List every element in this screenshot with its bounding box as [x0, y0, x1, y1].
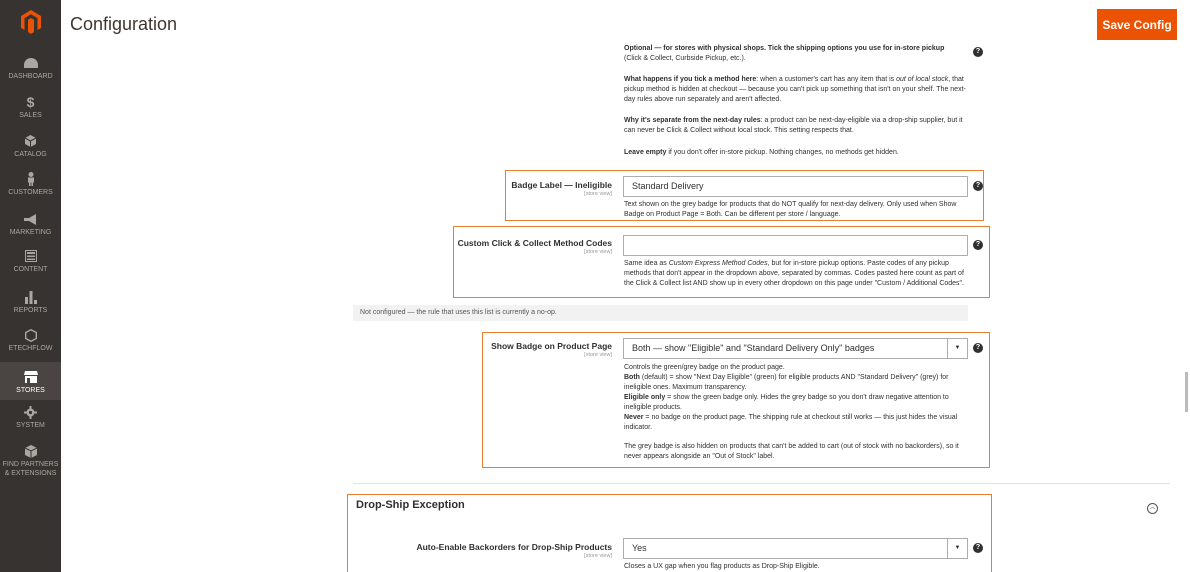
sidebar-item-reports[interactable]: REPORTS: [0, 290, 61, 315]
field-label-text: Show Badge on Product Page: [491, 341, 612, 351]
custom-codes-note: Same idea as Custom Express Method Codes…: [624, 259, 969, 297]
custom-click-collect-codes-input[interactable]: [623, 235, 968, 256]
gear-icon: [23, 405, 39, 419]
save-config-button[interactable]: Save Config: [1097, 9, 1177, 40]
sidebar-item-find-partners[interactable]: FIND PARTNERS & EXTENSIONS: [0, 444, 61, 478]
help-icon[interactable]: ?: [973, 343, 983, 353]
field-label-text: Custom Click & Collect Method Codes: [457, 238, 612, 248]
scope-label: [store view]: [584, 249, 612, 255]
sidebar-item-label: CATALOG: [14, 151, 47, 158]
sidebar-item-customers[interactable]: CUSTOMERS: [0, 172, 61, 197]
note-text: The grey badge is also hidden on product…: [624, 443, 959, 460]
note-text: (default) = show "Next Day Eligible" (gr…: [624, 374, 949, 391]
auto-enable-backorders-select[interactable]: Yes ▼: [623, 538, 968, 559]
note-text: Same idea as: [624, 260, 669, 267]
field-label-text: Badge Label — Ineligible: [511, 180, 612, 190]
note-bold: Eligible only: [624, 394, 666, 401]
field-label-text: Auto-Enable Backorders for Drop-Ship Pro…: [416, 542, 612, 552]
sidebar-item-label: CUSTOMERS: [8, 189, 53, 196]
sidebar-item-label: ETECHFLOW: [8, 345, 53, 352]
select-value: Both — show "Eligible" and "Standard Del…: [632, 343, 875, 353]
note-both: Both (default) = show "Next Day Eligible…: [624, 373, 969, 393]
badge-label-field-label: Badge Label — Ineligible [store view]: [450, 180, 612, 198]
page-title: Configuration: [70, 14, 178, 34]
show-badge-select[interactable]: Both — show "Eligible" and "Standard Del…: [623, 338, 968, 359]
show-badge-field-label: Show Badge on Product Page [store view]: [450, 341, 612, 359]
sidebar-item-label: STORES: [16, 387, 45, 394]
note-bold: Both: [624, 374, 640, 381]
custom-codes-field-label: Custom Click & Collect Method Codes [sto…: [440, 238, 612, 256]
bar-chart-icon: [23, 290, 39, 304]
scope-label: [store view]: [584, 352, 612, 358]
optional-text-line2: (Click & Collect, Curbside Pickup, etc.)…: [624, 55, 746, 62]
magento-logo-icon[interactable]: [0, 0, 61, 44]
note-text: = no badge on the product page. The ship…: [624, 414, 958, 431]
sidebar-item-label: MARKETING: [9, 229, 52, 236]
dollar-icon: $: [26, 93, 35, 110]
sidebar-item-label: SYSTEM: [16, 422, 45, 429]
sidebar-item-label: FIND PARTNERS & EXTENSIONS: [2, 461, 59, 477]
scope-label: [store view]: [584, 191, 612, 197]
note-bold: Never: [624, 414, 644, 421]
sidebar-item-label: CONTENT: [13, 266, 48, 273]
select-value: Yes: [632, 543, 647, 553]
chevron-down-icon[interactable]: ▼: [947, 339, 967, 358]
sidebar-item-marketing[interactable]: MARKETING: [0, 212, 61, 237]
note-text: if you don't offer in-store pickup. Noth…: [666, 149, 899, 156]
hexagon-icon: [23, 328, 39, 342]
cube-icon: [23, 134, 39, 148]
sidebar-item-dashboard[interactable]: DASHBOARD: [0, 56, 61, 81]
layout-icon: [23, 249, 39, 263]
admin-sidebar: DASHBOARD $ SALES CATALOG CUSTOMERS MARK…: [0, 0, 61, 572]
note-eligible: Eligible only = show the green badge onl…: [624, 393, 969, 413]
sidebar-item-catalog[interactable]: CATALOG: [0, 134, 61, 159]
section-divider: [353, 483, 1170, 484]
megaphone-icon: [23, 212, 39, 226]
note-italic: Custom Express Method Codes: [668, 260, 768, 267]
help-icon[interactable]: ?: [973, 240, 983, 250]
optional-text: Optional — for stores with physical shop…: [624, 45, 945, 52]
help-icon[interactable]: ?: [973, 181, 983, 191]
note-never: Never = no badge on the product page. Th…: [624, 413, 969, 433]
sidebar-item-etechflow[interactable]: ETECHFLOW: [0, 328, 61, 353]
not-configured-message: Not configured — the rule that uses this…: [353, 305, 968, 321]
section-title-dropship[interactable]: Drop-Ship Exception: [356, 499, 465, 511]
note-bold: Leave empty: [624, 149, 667, 156]
sidebar-item-label: SALES: [19, 112, 42, 119]
help-icon[interactable]: ?: [973, 543, 983, 553]
scrollbar[interactable]: [1185, 372, 1188, 412]
dropship-field-label: Auto-Enable Backorders for Drop-Ship Pro…: [390, 542, 612, 560]
help-icon[interactable]: ?: [973, 47, 983, 57]
person-icon: [23, 172, 39, 186]
sidebar-item-system[interactable]: SYSTEM: [0, 405, 61, 430]
note-bold: Why it's separate from the next-day rule…: [624, 117, 761, 124]
collapse-icon[interactable]: ︿: [1147, 503, 1158, 514]
sidebar-item-label: REPORTS: [13, 307, 48, 314]
sidebar-item-stores[interactable]: STORES: [0, 362, 61, 400]
badge-label-note: Text shown on the grey badge for product…: [624, 201, 957, 218]
box-icon: [23, 444, 39, 458]
click-collect-note-what-happens: What happens if you tick a method here: …: [624, 75, 969, 105]
note-italic: out of local stock: [896, 76, 949, 83]
dashboard-icon: [23, 56, 39, 70]
click-collect-note-optional: Optional — for stores with physical shop…: [624, 43, 969, 65]
scope-label: [store view]: [584, 553, 612, 559]
badge-label-ineligible-input[interactable]: Standard Delivery: [623, 176, 968, 197]
show-badge-note: Controls the green/grey badge on the pro…: [624, 363, 969, 462]
sidebar-item-content[interactable]: CONTENT: [0, 249, 61, 274]
note-text: = show the green badge only. Hides the g…: [624, 394, 949, 411]
note-bold: What happens if you tick a method here: [624, 76, 757, 83]
note-text: : when a customer's cart has any item th…: [756, 76, 897, 83]
note-text: Controls the green/grey badge on the pro…: [624, 364, 785, 371]
sidebar-item-label: DASHBOARD: [8, 73, 53, 80]
chevron-down-icon[interactable]: ▼: [947, 539, 967, 558]
dropship-note: Closes a UX gap when you flag products a…: [624, 563, 820, 570]
click-collect-note-why-separate: Why it's separate from the next-day rule…: [624, 116, 969, 136]
click-collect-note-leave-empty: Leave empty if you don't offer in-store …: [624, 148, 969, 158]
sidebar-item-sales[interactable]: $ SALES: [0, 95, 61, 120]
storefront-icon: [23, 370, 39, 384]
